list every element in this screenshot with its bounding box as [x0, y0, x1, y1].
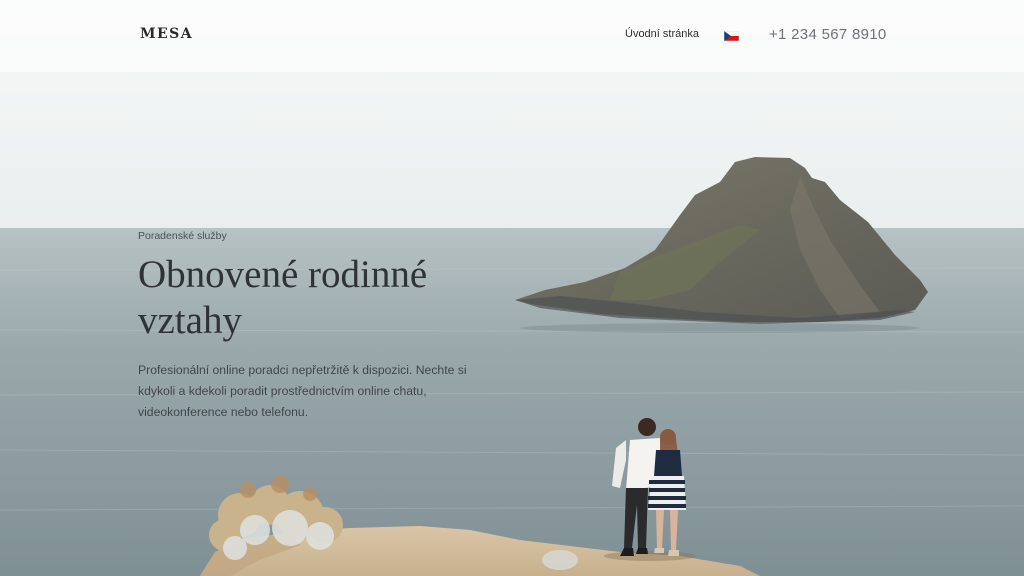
czech-flag-icon[interactable]	[724, 31, 739, 41]
hero-lead: Profesionální online poradci nepřetržitě…	[138, 363, 467, 419]
site-logo[interactable]: MESA	[140, 26, 193, 42]
hero-eyebrow: Poradenské služby	[138, 230, 227, 242]
nav-home-link[interactable]: Úvodní stránka	[625, 28, 699, 40]
hero-headline: Obnovené rodinné vztahy	[138, 253, 428, 342]
phone-link[interactable]: +1 234 567 8910	[769, 26, 887, 43]
